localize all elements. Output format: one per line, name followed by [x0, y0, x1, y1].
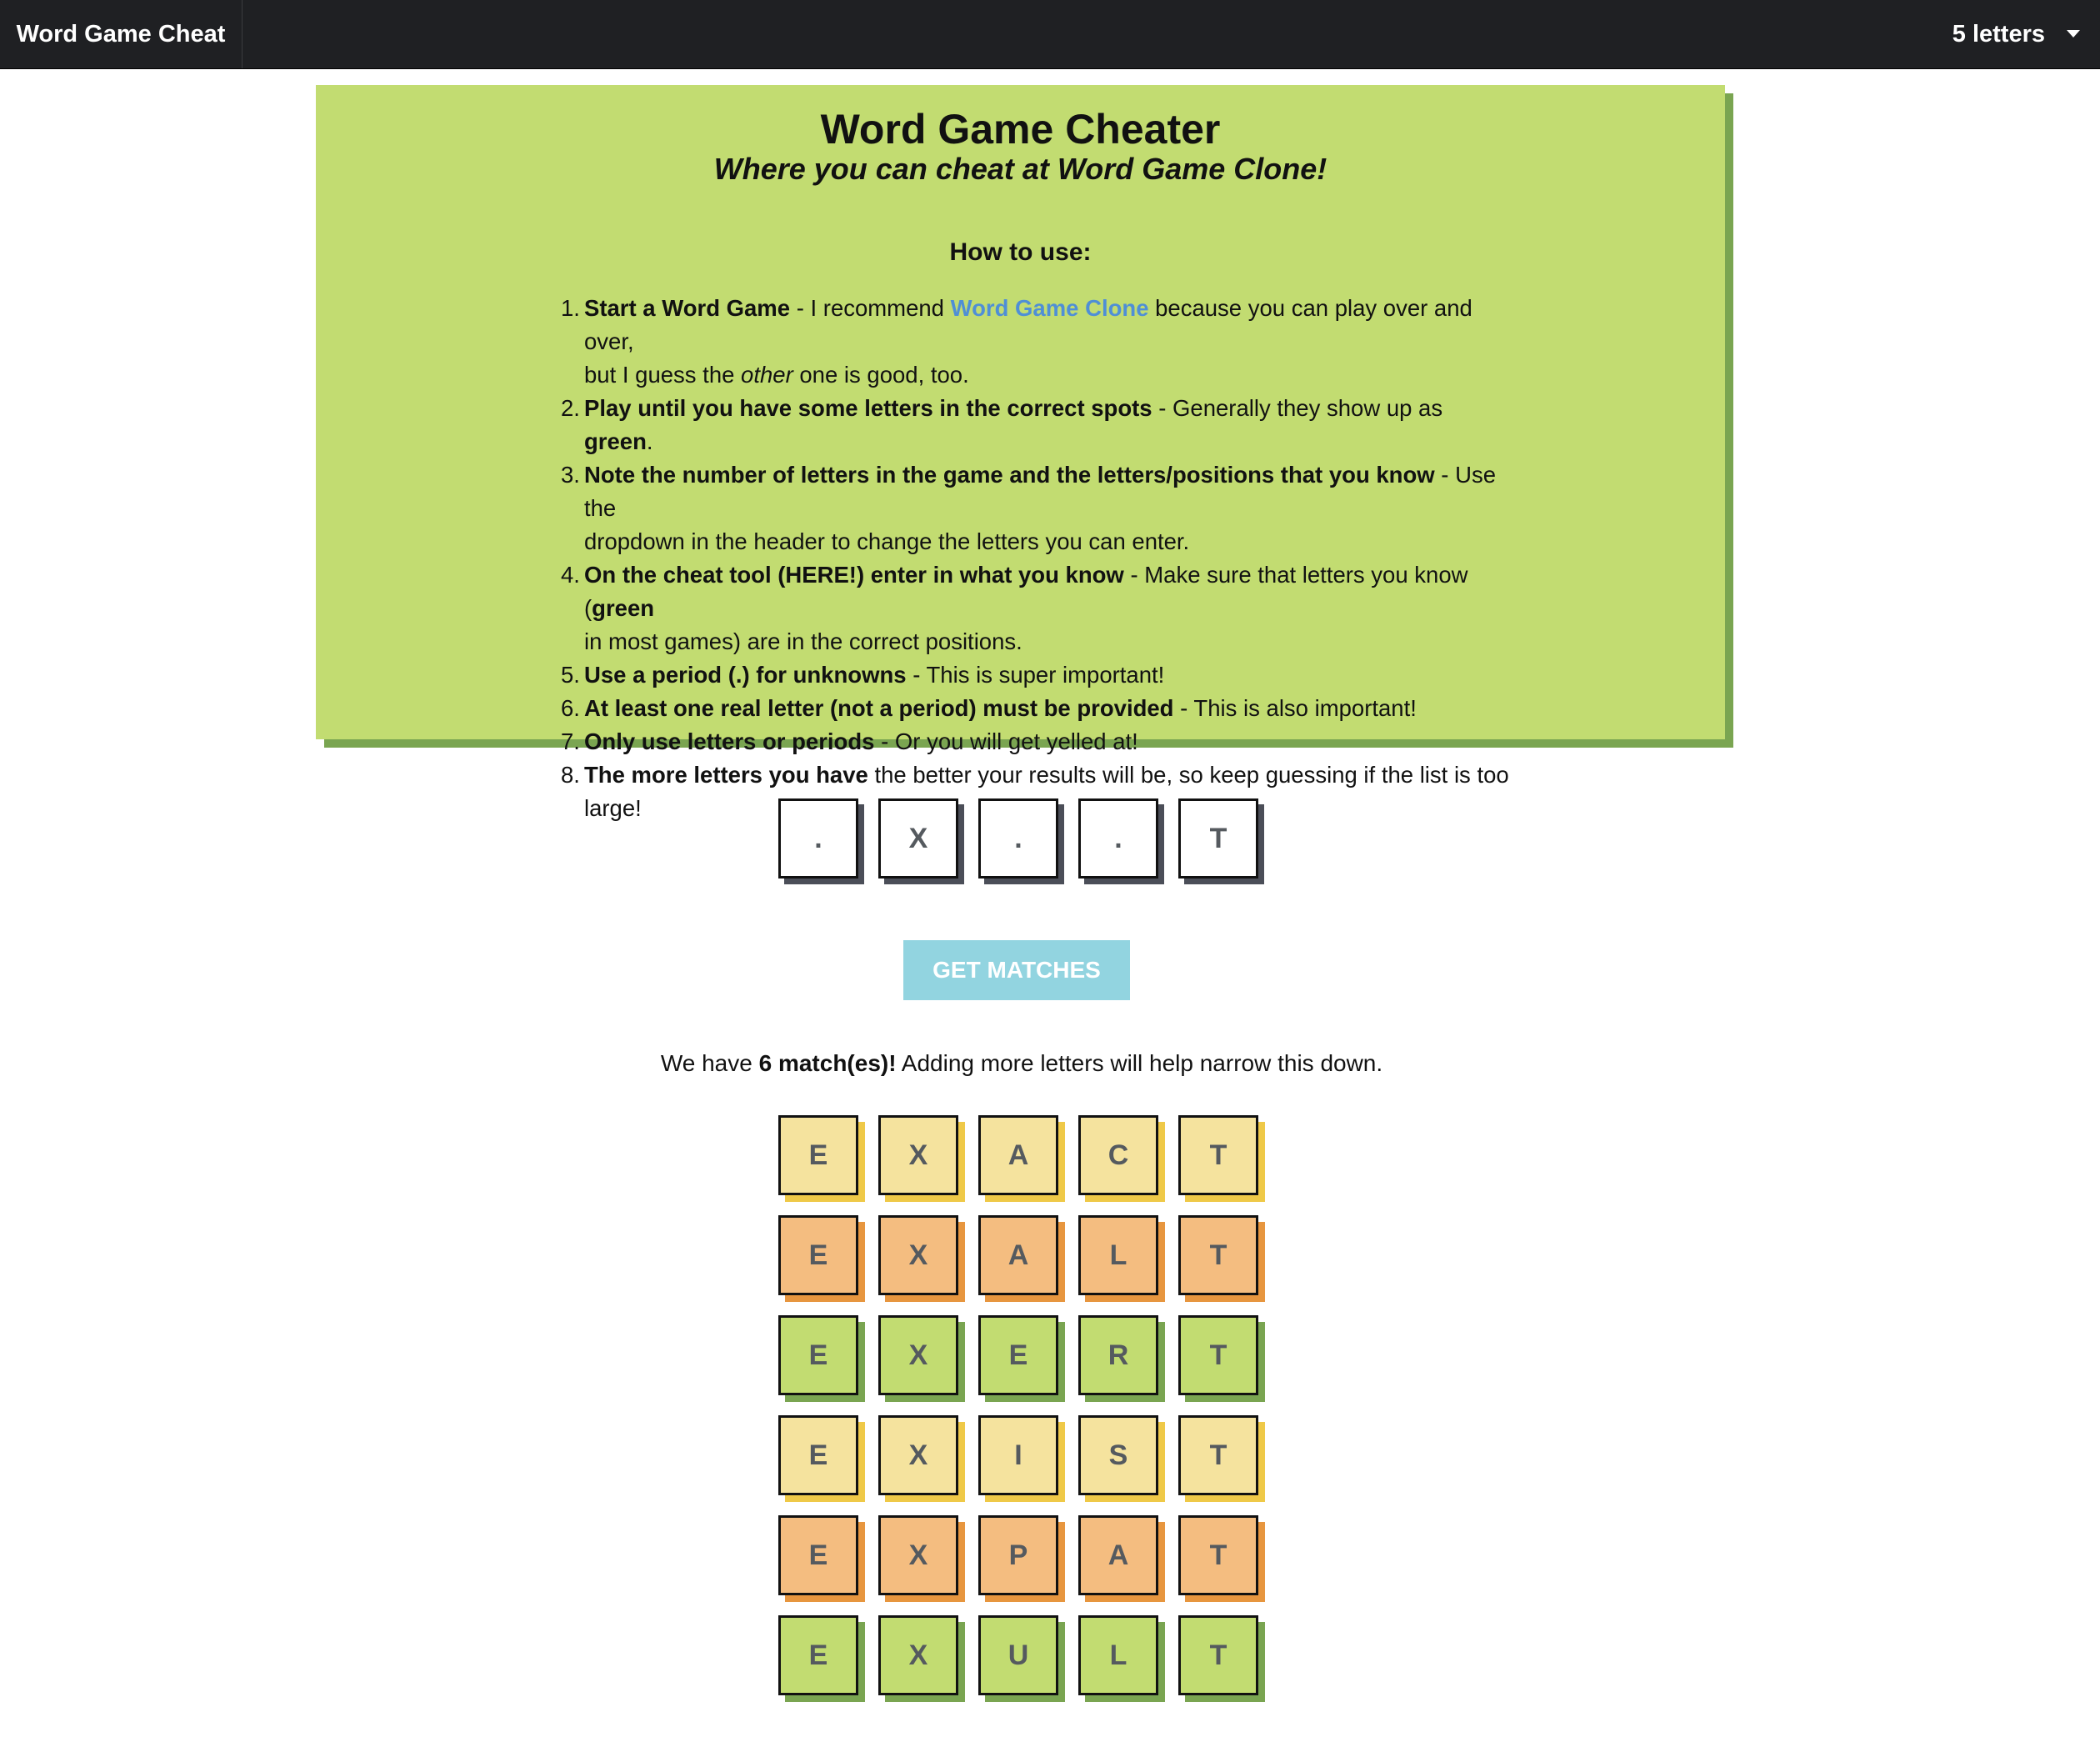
step-heading: At least one real letter (not a period) …: [584, 695, 1174, 721]
step-text: large!: [584, 795, 642, 821]
step-heading: Use a period (.) for unknowns: [584, 662, 907, 688]
result-letter-tile: X: [878, 1615, 958, 1695]
step-heading: On the cheat tool (HERE!) enter in what …: [584, 562, 1124, 588]
match-count-text: We have 6 match(es)! Adding more letters…: [0, 1050, 2043, 1077]
step-item: 5. Use a period (.) for unknowns - This i…: [561, 658, 1518, 692]
letter-input-1[interactable]: .: [778, 798, 858, 879]
step-heading: Play until you have some letters in the …: [584, 395, 1152, 421]
step-heading: Only use letters or periods: [584, 728, 875, 754]
step-text: but I guess the: [584, 362, 742, 388]
step-text-italic: other: [741, 362, 793, 388]
result-letter-tile: L: [1078, 1615, 1158, 1695]
result-letter-tile: E: [778, 1115, 858, 1195]
page-subtitle: Where you can cheat at Word Game Clone!: [713, 152, 1328, 186]
step-heading: The more letters you have: [584, 762, 868, 788]
step-text: dropdown in the header to change the let…: [584, 528, 1190, 554]
step-item: 1. Start a Word Game - I recommend Word G…: [561, 292, 1518, 392]
step-number: 4.: [561, 562, 580, 588]
step-text: - I recommend: [790, 295, 951, 321]
get-matches-button[interactable]: GET MATCHES: [903, 940, 1130, 1000]
letter-input-4[interactable]: .: [1078, 798, 1158, 879]
step-number: 8.: [561, 762, 580, 788]
step-number: 3.: [561, 462, 580, 488]
howto-heading: How to use:: [949, 238, 1092, 266]
step-heading: Start a Word Game: [584, 295, 791, 321]
step-number: 7.: [561, 728, 580, 754]
step-text-bold: green: [592, 595, 655, 621]
step-text: one is good, too.: [792, 362, 969, 388]
result-letter-tile: T: [1178, 1615, 1258, 1695]
step-number: 5.: [561, 662, 580, 688]
result-letter-tile: E: [778, 1315, 858, 1395]
letter-input-5[interactable]: T: [1178, 798, 1258, 879]
result-letter-tile: E: [778, 1415, 858, 1495]
word-game-clone-link[interactable]: Word Game Clone: [951, 295, 1149, 321]
result-letter-tile: T: [1178, 1215, 1258, 1295]
brand-link[interactable]: Word Game Cheat: [0, 0, 242, 68]
step-number: 6.: [561, 695, 580, 721]
result-letter-tile: E: [778, 1515, 858, 1595]
step-text: in most games) are in the correct positi…: [584, 628, 1022, 654]
step-text: .: [646, 428, 653, 454]
steps-list: 1. Start a Word Game - I recommend Word G…: [561, 292, 1518, 825]
result-letter-tile: T: [1178, 1115, 1258, 1195]
result-letter-tile: C: [1078, 1115, 1158, 1195]
result-letter-tile: R: [1078, 1315, 1158, 1395]
step-text: - Or you will get yelled at!: [874, 728, 1138, 754]
result-letter-tile: T: [1178, 1315, 1258, 1395]
result-letter-tile: X: [878, 1515, 958, 1595]
step-item: 2. Play until you have some letters in th…: [561, 392, 1518, 458]
result-letter-tile: I: [978, 1415, 1058, 1495]
result-letter-tile: A: [978, 1215, 1058, 1295]
result-letter-tile: E: [778, 1615, 858, 1695]
result-letter-tile: X: [878, 1415, 958, 1495]
instructions-card: Word Game Cheater Where you can cheat at…: [316, 85, 1725, 821]
step-item: 4. On the cheat tool (HERE!) enter in wha…: [561, 558, 1518, 658]
letter-input-3[interactable]: .: [978, 798, 1058, 879]
step-text: - This is super important!: [906, 662, 1165, 688]
step-number: 1.: [561, 295, 580, 321]
match-count: 6 match(es)!: [758, 1050, 897, 1076]
step-text-bold: green: [584, 428, 647, 454]
result-letter-tile: A: [978, 1115, 1058, 1195]
step-item: 7. Only use letters or periods - Or you w…: [561, 725, 1518, 758]
result-letter-tile: T: [1178, 1515, 1258, 1595]
step-text: the better your results will be, so keep…: [868, 762, 1509, 788]
chevron-down-icon: [2067, 29, 2080, 38]
result-letter-tile: P: [978, 1515, 1058, 1595]
top-navbar: Word Game Cheat 5 letters: [0, 0, 2100, 69]
match-prefix: We have: [660, 1050, 759, 1076]
result-letter-tile: A: [1078, 1515, 1158, 1595]
step-text: - Generally they show up as: [1152, 395, 1443, 421]
letters-dropdown[interactable]: 5 letters: [1952, 0, 2080, 68]
letter-input-2[interactable]: X: [878, 798, 958, 879]
step-number: 2.: [561, 395, 580, 421]
step-item: 6. At least one real letter (not a period…: [561, 692, 1518, 725]
result-letter-tile: T: [1178, 1415, 1258, 1495]
result-letter-tile: L: [1078, 1215, 1158, 1295]
result-letter-tile: X: [878, 1315, 958, 1395]
step-heading: Note the number of letters in the game a…: [584, 462, 1435, 488]
result-letter-tile: E: [978, 1315, 1058, 1395]
result-letter-tile: X: [878, 1215, 958, 1295]
step-item: 3. Note the number of letters in the game…: [561, 458, 1518, 558]
page-title: Word Game Cheater: [820, 106, 1221, 153]
result-letter-tile: X: [878, 1115, 958, 1195]
result-letter-tile: S: [1078, 1415, 1158, 1495]
result-letter-tile: U: [978, 1615, 1058, 1695]
result-letter-tile: E: [778, 1215, 858, 1295]
match-suffix: Adding more letters will help narrow thi…: [896, 1050, 1383, 1076]
letters-dropdown-label: 5 letters: [1952, 21, 2045, 48]
step-text: - This is also important!: [1173, 695, 1417, 721]
